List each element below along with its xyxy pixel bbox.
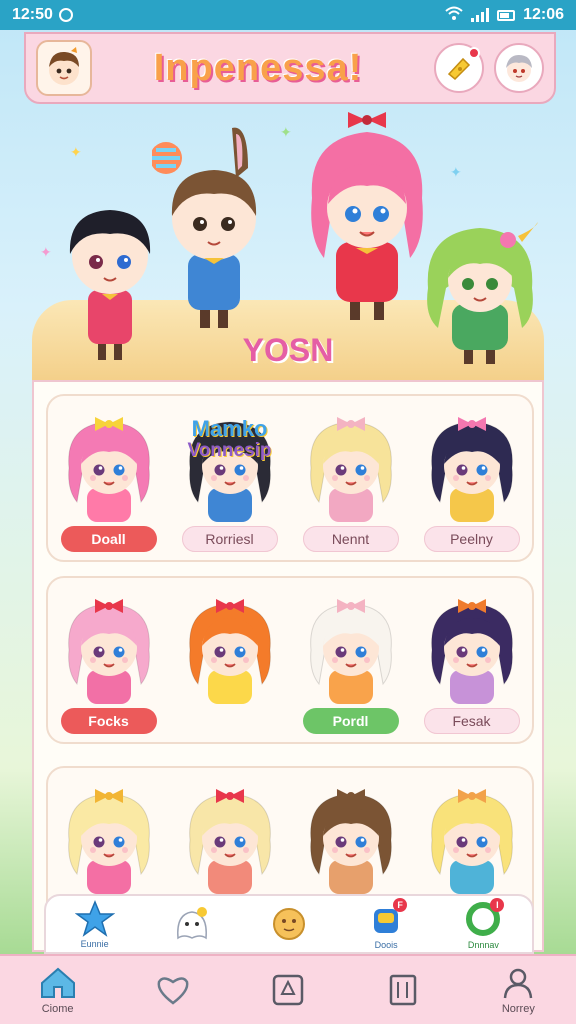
- nav-create[interactable]: [248, 958, 328, 1022]
- sparkle-icon: ✦: [450, 164, 462, 180]
- pages-icon: [389, 974, 417, 1006]
- character-portrait: [309, 789, 392, 894]
- character-card[interactable]: [295, 782, 407, 894]
- character-card[interactable]: Fesak: [416, 592, 528, 734]
- character-portrait: [188, 599, 271, 704]
- cookie-icon: [272, 908, 305, 940]
- app-title: Inpenessa!: [153, 46, 363, 89]
- character-card[interactable]: Nennt: [295, 410, 407, 552]
- status-left-text: 12:50: [12, 6, 53, 23]
- character-portrait: [67, 417, 150, 522]
- ring-tool-label: Dnnnav: [467, 939, 499, 950]
- character-card[interactable]: [174, 592, 286, 704]
- sparkle-icon: ✦: [70, 144, 82, 160]
- user-avatar-button[interactable]: [36, 40, 92, 96]
- battery-icon: [497, 9, 516, 21]
- nav-favorites[interactable]: [133, 958, 213, 1022]
- character-card[interactable]: Doall: [53, 410, 165, 552]
- character-card[interactable]: Focks: [53, 592, 165, 734]
- character-name-pill[interactable]: Fesak: [423, 708, 520, 734]
- status-bar: 12:50 12:06: [0, 0, 576, 30]
- nav-home[interactable]: Ciome: [18, 958, 98, 1022]
- star-icon: [74, 899, 115, 937]
- character-name-pill[interactable]: Peelny: [423, 526, 520, 552]
- sparkle-icon: ✦: [40, 244, 52, 260]
- character-portrait: [67, 789, 150, 894]
- bottom-navigation: Ciome Norrey: [0, 954, 576, 1024]
- character-portrait: [430, 599, 513, 704]
- profile-avatar-button[interactable]: [494, 43, 544, 93]
- user-avatar-icon: [49, 47, 79, 85]
- nav-home-label: Ciome: [41, 1003, 74, 1015]
- nav-profile[interactable]: Norrey: [478, 958, 558, 1022]
- character-card[interactable]: Mamko Vonnesip Rorriesl: [174, 410, 286, 552]
- notifications-button[interactable]: [434, 43, 484, 93]
- notification-badge: [468, 47, 480, 59]
- home-icon: [40, 967, 75, 998]
- profile-icon: [504, 968, 533, 999]
- status-time: 12:06: [523, 6, 564, 23]
- ghost-tool-button[interactable]: [157, 896, 227, 952]
- character-name-pill[interactable]: Doall: [60, 526, 157, 552]
- signal-icon: [471, 8, 490, 22]
- character-portrait: [430, 789, 513, 894]
- nav-profile-label: Norrey: [501, 1003, 535, 1015]
- character-grid-panel: Doall Mamko Vonnesip Rorriesl Nennt Peelny Fo…: [32, 380, 544, 952]
- heart-icon: [157, 977, 189, 1005]
- card-sign-top: Mamko: [191, 416, 268, 441]
- character-portrait: [430, 417, 513, 522]
- status-indicator-icon: [58, 8, 73, 22]
- character-portrait: [188, 789, 271, 894]
- card-sign-bottom: Vonnesip: [187, 440, 272, 461]
- ticket-icon: [447, 57, 471, 81]
- character-portrait: [67, 599, 150, 704]
- create-icon: [272, 974, 304, 1006]
- character-portrait: [309, 599, 392, 704]
- character-name-pill[interactable]: Nennt: [302, 526, 399, 552]
- character-card[interactable]: [174, 782, 286, 894]
- paint-tool-button[interactable]: F Doois: [351, 896, 421, 952]
- star-tool-label: Eunnie: [80, 938, 109, 949]
- character-card[interactable]: Peelny: [416, 410, 528, 552]
- character-name-pill[interactable]: Focks: [60, 708, 157, 734]
- wifi-icon: [445, 6, 463, 25]
- sticker-toolbar: Eunnie F Doois I Dnnnav: [44, 894, 534, 954]
- card-row-1: Doall Mamko Vonnesip Rorriesl Nennt Peelny: [46, 394, 534, 562]
- star-tool-button[interactable]: Eunnie: [60, 896, 130, 952]
- hero-label: YOSN: [242, 332, 334, 368]
- character-name-pill[interactable]: Pordl: [302, 708, 399, 734]
- hero-character-bunny[interactable]: [152, 118, 272, 338]
- app-header: Inpenessa!: [24, 32, 556, 104]
- paint-tool-label: Doois: [374, 939, 398, 950]
- ghost-icon: [176, 907, 207, 940]
- nav-pages[interactable]: [363, 958, 443, 1022]
- character-card[interactable]: [53, 782, 165, 894]
- card-row-2: Focks Pordl Fesak: [46, 576, 534, 744]
- character-name-pill[interactable]: Rorriesl: [181, 526, 278, 552]
- character-card[interactable]: Pordl: [295, 592, 407, 734]
- cookie-tool-button[interactable]: [254, 896, 324, 952]
- character-card[interactable]: [416, 782, 528, 894]
- ring-tool-button[interactable]: I Dnnnav: [448, 896, 518, 952]
- hero-banner: ✦ ✦ ✦ ✦ ✦: [0, 104, 576, 382]
- profile-avatar-icon: [506, 55, 532, 82]
- sparkle-icon: ✦: [280, 124, 292, 140]
- character-portrait: [309, 417, 392, 522]
